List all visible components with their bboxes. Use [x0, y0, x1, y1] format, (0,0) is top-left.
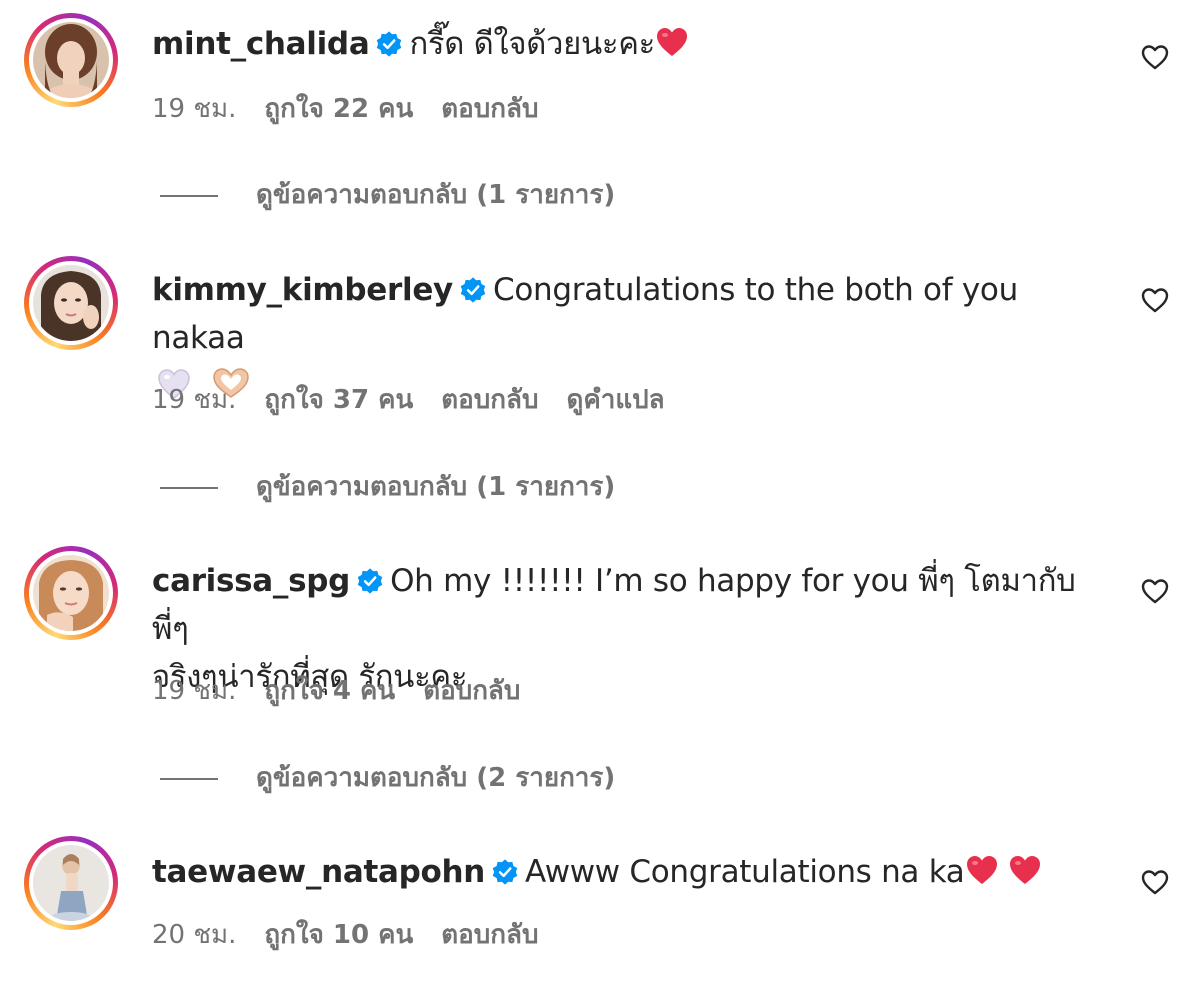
- comment-meta: 20 ชม. ถูกใจ 10 คน ตอบกลับ: [152, 914, 566, 955]
- verified-badge-icon: [460, 277, 486, 303]
- comment-body: Awww Congratulations na ka: [525, 854, 965, 890]
- verified-badge-icon: [492, 859, 518, 885]
- likes-count-button[interactable]: ถูกใจ 37 คน: [264, 385, 413, 415]
- avatar[interactable]: [33, 555, 109, 631]
- reply-button[interactable]: ตอบกลับ: [441, 385, 538, 415]
- avatar[interactable]: [33, 22, 109, 98]
- avatar-story-ring[interactable]: [24, 836, 118, 930]
- verified-badge-icon: [357, 568, 383, 594]
- comment-meta: 19 ชม. ถูกใจ 37 คน ตอบกลับ ดูคำแปล: [152, 379, 693, 420]
- timestamp[interactable]: 19 ชม.: [152, 676, 236, 706]
- username-link[interactable]: mint_chalida: [152, 26, 370, 62]
- red-heart-emoji: [966, 856, 997, 884]
- view-replies-label: ดูข้อความตอบกลับ (1 รายการ): [256, 472, 616, 502]
- reply-button[interactable]: ตอบกลับ: [441, 94, 538, 124]
- likes-count-button[interactable]: ถูกใจ 10 คน: [264, 920, 413, 950]
- timestamp[interactable]: 20 ชม.: [152, 920, 236, 950]
- reply-button[interactable]: ตอบกลับ: [441, 920, 538, 950]
- likes-count-button[interactable]: ถูกใจ 22 คน: [264, 94, 413, 124]
- avatar-story-ring[interactable]: [24, 546, 118, 640]
- reply-button[interactable]: ตอบกลับ: [423, 676, 520, 706]
- verified-badge-icon: [377, 31, 402, 57]
- avatar[interactable]: [33, 845, 109, 921]
- replies-divider-line: [160, 194, 218, 197]
- view-replies-button[interactable]: ดูข้อความตอบกลับ (2 รายการ): [160, 757, 615, 798]
- heart-outline-icon[interactable]: [1140, 285, 1170, 315]
- username-link[interactable]: carissa_spg: [152, 563, 350, 599]
- heart-outline-icon[interactable]: [1140, 576, 1170, 606]
- red-heart-emoji: [657, 28, 688, 56]
- likes-count-button[interactable]: ถูกใจ 4 คน: [264, 676, 395, 706]
- comment-meta: 19 ชม. ถูกใจ 22 คน ตอบกลับ: [152, 88, 566, 129]
- heart-outline-icon[interactable]: [1140, 867, 1170, 897]
- username-link[interactable]: taewaew_natapohn: [152, 854, 485, 890]
- comment-body: กรี๊ด ดีใจด้วยนะคะ: [409, 26, 656, 62]
- avatar-story-ring[interactable]: [24, 256, 118, 350]
- replies-divider-line: [160, 777, 218, 780]
- see-translation-button[interactable]: ดูคำแปล: [566, 385, 664, 415]
- comment-meta: 19 ชม. ถูกใจ 4 คน ตอบกลับ: [152, 670, 548, 711]
- timestamp[interactable]: 19 ชม.: [152, 94, 236, 124]
- view-replies-button[interactable]: ดูข้อความตอบกลับ (1 รายการ): [160, 466, 615, 507]
- comment-text: taewaew_natapohn Awww Congratulations na …: [152, 848, 1102, 896]
- heart-outline-icon[interactable]: [1140, 42, 1170, 72]
- replies-divider-line: [160, 486, 218, 489]
- view-replies-label: ดูข้อความตอบกลับ (1 รายการ): [256, 180, 616, 210]
- red-heart-emoji: [1010, 856, 1041, 884]
- avatar-story-ring[interactable]: [24, 13, 118, 107]
- avatar[interactable]: [33, 265, 109, 341]
- view-replies-button[interactable]: ดูข้อความตอบกลับ (1 รายการ): [160, 174, 615, 215]
- comment-text: mint_chalida กรี๊ด ดีใจด้วยนะคะ: [152, 20, 1102, 68]
- timestamp[interactable]: 19 ชม.: [152, 385, 236, 415]
- username-link[interactable]: kimmy_kimberley: [152, 272, 453, 308]
- view-replies-label: ดูข้อความตอบกลับ (2 รายการ): [256, 763, 616, 793]
